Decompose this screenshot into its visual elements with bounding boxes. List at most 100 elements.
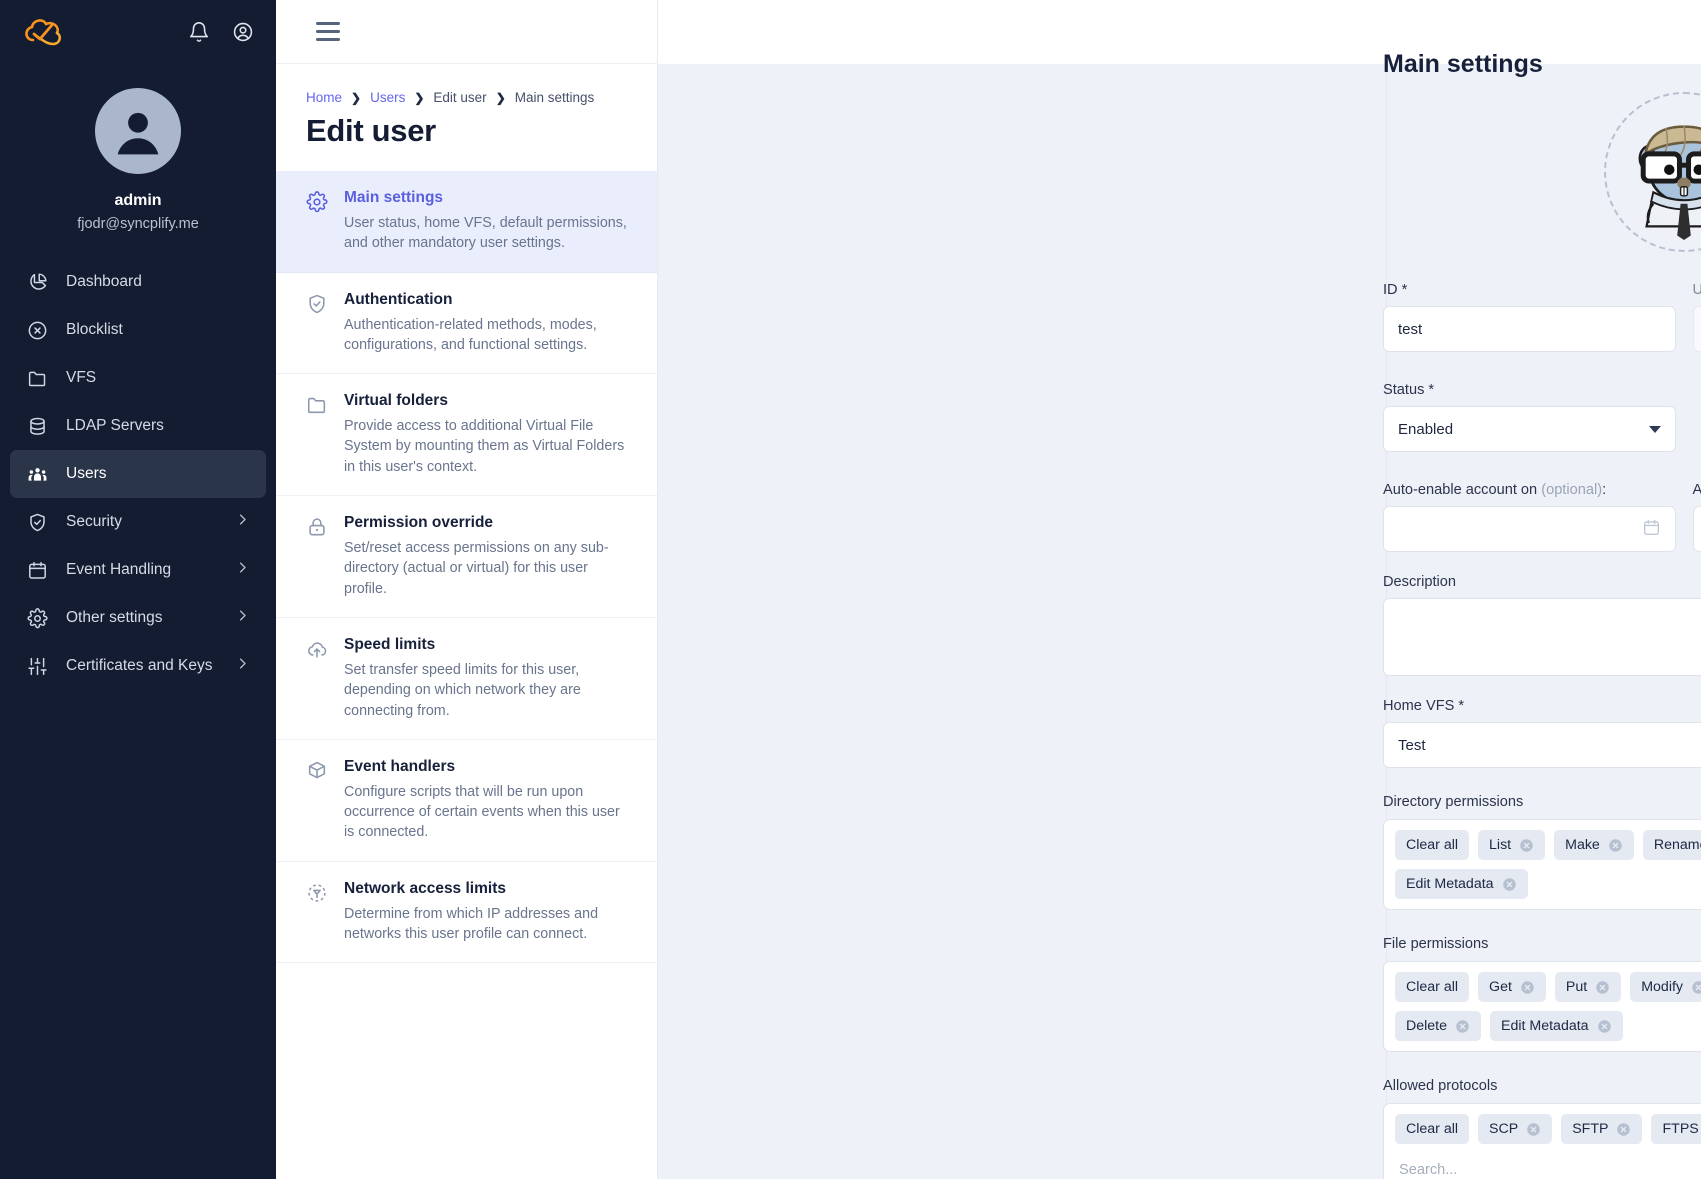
calendar-icon[interactable] xyxy=(1642,518,1661,541)
panel-item-speed-limits[interactable]: Speed limits Set transfer speed limits f… xyxy=(276,618,657,740)
gear-icon xyxy=(26,607,48,629)
sidebar-item-label: Other settings xyxy=(66,609,163,626)
sidebar-nav: Dashboard Blocklist VFS LDAP Servers Use… xyxy=(0,258,276,690)
close-icon[interactable] xyxy=(1595,980,1610,995)
clear-all-button[interactable]: Clear all xyxy=(1395,830,1470,860)
close-icon[interactable] xyxy=(1526,1122,1541,1137)
protocols-search-input[interactable]: Search... xyxy=(1395,1153,1701,1179)
close-icon[interactable] xyxy=(1520,980,1535,995)
field-description: Description xyxy=(1383,574,1701,676)
syncplify-logo-icon[interactable] xyxy=(22,15,66,49)
chip-sftp[interactable]: SFTP xyxy=(1561,1114,1643,1144)
status-select[interactable]: Enabled xyxy=(1383,406,1676,452)
settings-section-list: Main settings User status, home VFS, def… xyxy=(276,171,657,1179)
chip-get[interactable]: Get xyxy=(1478,972,1546,1002)
field-user-type: User type Normal User xyxy=(1692,282,1701,352)
bell-icon[interactable] xyxy=(188,21,210,43)
directory-permissions-chipbox: Clear all List Make Renam e xyxy=(1383,819,1701,910)
close-icon[interactable] xyxy=(1597,1019,1612,1034)
avatar xyxy=(95,88,181,174)
main-settings-heading: Main settings xyxy=(1383,50,1543,78)
breadcrumb-home[interactable]: Home xyxy=(306,90,342,105)
panel-item-authentication[interactable]: Authentication Authentication-related me… xyxy=(276,273,657,375)
chip-rename[interactable]: Rename xyxy=(1642,830,1701,860)
chevron-right-icon: ❯ xyxy=(414,90,425,105)
chip-put[interactable]: Put xyxy=(1554,972,1622,1002)
network-icon xyxy=(306,880,330,945)
sidebar-item-certificates-and-keys[interactable]: Certificates and Keys xyxy=(10,642,266,690)
chip-edit-metadata[interactable]: Edit Metadata xyxy=(1395,869,1528,899)
chevron-right-icon xyxy=(235,560,250,580)
panel-item-main-settings[interactable]: Main settings User status, home VFS, def… xyxy=(276,171,657,273)
file-permissions-chipbox: Clear all Get Put Modify Delete Edit Met… xyxy=(1383,961,1701,1052)
sidebar-item-ldap-servers[interactable]: LDAP Servers xyxy=(10,402,266,450)
user-type-label: User type xyxy=(1692,282,1701,298)
database-icon xyxy=(26,415,48,437)
pie-chart-icon xyxy=(26,271,48,293)
page-header: Home ❯ Users ❯ Edit user ❯ Main settings… xyxy=(276,64,657,171)
sidebar-item-label: Security xyxy=(66,513,122,530)
auto-disable-date-input[interactable] xyxy=(1692,506,1701,552)
breadcrumb-users[interactable]: Users xyxy=(370,90,405,105)
clear-all-button[interactable]: Clear all xyxy=(1395,1114,1470,1144)
chip-list[interactable]: List xyxy=(1478,830,1546,860)
panel-item-desc: Provide access to additional Virtual Fil… xyxy=(344,418,625,475)
id-input[interactable]: test xyxy=(1383,306,1676,352)
panel-item-network-access-limits[interactable]: Network access limits Determine from whi… xyxy=(276,862,657,964)
left-sidebar: admin fjodr@syncplify.me Dashboard Block… xyxy=(0,0,276,1179)
close-icon[interactable] xyxy=(1502,877,1517,892)
sidebar-topbar xyxy=(0,0,276,64)
close-icon[interactable] xyxy=(1455,1019,1470,1034)
main-settings-form: ID * test User type Normal User Status * xyxy=(1383,92,1701,1179)
sidebar-item-security[interactable]: Security xyxy=(10,498,266,546)
clear-all-button[interactable]: Clear all xyxy=(1395,972,1470,1002)
sidebar-item-label: Certificates and Keys xyxy=(66,657,213,674)
description-textarea[interactable] xyxy=(1383,598,1701,676)
users-icon xyxy=(26,463,48,485)
panel-item-virtual-folders[interactable]: Virtual folders Provide access to additi… xyxy=(276,374,657,497)
chip-scp[interactable]: SCP xyxy=(1478,1114,1553,1144)
panel-item-permission-override[interactable]: Permission override Set/reset access per… xyxy=(276,496,657,618)
sidebar-item-other-settings[interactable]: Other settings xyxy=(10,594,266,642)
content-topbar xyxy=(658,0,1701,64)
home-vfs-label: Home VFS * xyxy=(1383,698,1465,714)
lock-icon xyxy=(306,514,330,599)
app-root: admin fjodr@syncplify.me Dashboard Block… xyxy=(0,0,1701,1179)
close-icon[interactable] xyxy=(1616,1122,1631,1137)
sidebar-item-label: VFS xyxy=(66,369,97,386)
chip-modify[interactable]: Modify xyxy=(1630,972,1701,1002)
panel-item-title: Permission override xyxy=(344,514,494,532)
sidebar-item-vfs[interactable]: VFS xyxy=(10,354,266,402)
sidebar-item-label: LDAP Servers xyxy=(66,417,164,434)
sidebar-item-event-handling[interactable]: Event Handling xyxy=(10,546,266,594)
sidebar-item-dashboard[interactable]: Dashboard xyxy=(10,258,266,306)
chip-ftps[interactable]: FTPS xyxy=(1651,1114,1701,1144)
sidebar-user-name: admin xyxy=(114,192,162,209)
gopher-avatar[interactable] xyxy=(1604,92,1701,252)
auto-enable-label: Auto-enable account on (optional): xyxy=(1383,482,1607,498)
user-circle-icon[interactable] xyxy=(232,21,254,43)
chip-delete[interactable]: Delete xyxy=(1395,1011,1482,1041)
panel-item-desc: Determine from which IP addresses and ne… xyxy=(344,905,599,943)
sidebar-item-blocklist[interactable]: Blocklist xyxy=(10,306,266,354)
hamburger-menu-icon[interactable] xyxy=(316,22,340,41)
home-vfs-select[interactable]: Test xyxy=(1383,722,1701,768)
home-vfs-value: Test xyxy=(1398,736,1426,754)
close-icon[interactable] xyxy=(1691,980,1701,995)
chip-make[interactable]: Make xyxy=(1554,830,1634,860)
calendar-icon xyxy=(26,559,48,581)
sidebar-item-users[interactable]: Users xyxy=(10,450,266,498)
sliders-icon xyxy=(26,655,48,677)
close-icon[interactable] xyxy=(1519,838,1534,853)
auto-enable-date-input[interactable] xyxy=(1383,506,1676,552)
cloud-upload-icon xyxy=(306,636,330,721)
close-icon[interactable] xyxy=(1608,838,1623,853)
breadcrumb-edit-user: Edit user xyxy=(433,90,487,105)
row-status: Status * Enabled xyxy=(1383,382,1701,452)
panel-item-event-handlers[interactable]: Event handlers Configure scripts that wi… xyxy=(276,740,657,862)
allowed-protocols-chipbox: Clear all SCP SFTP FTPS F xyxy=(1383,1103,1701,1179)
panel-item-desc: Configure scripts that will be run upon … xyxy=(344,783,620,841)
chevron-right-icon: ❯ xyxy=(351,90,362,105)
chip-edit-metadata[interactable]: Edit Metadata xyxy=(1490,1011,1623,1041)
panel-item-title: Main settings xyxy=(344,189,444,206)
